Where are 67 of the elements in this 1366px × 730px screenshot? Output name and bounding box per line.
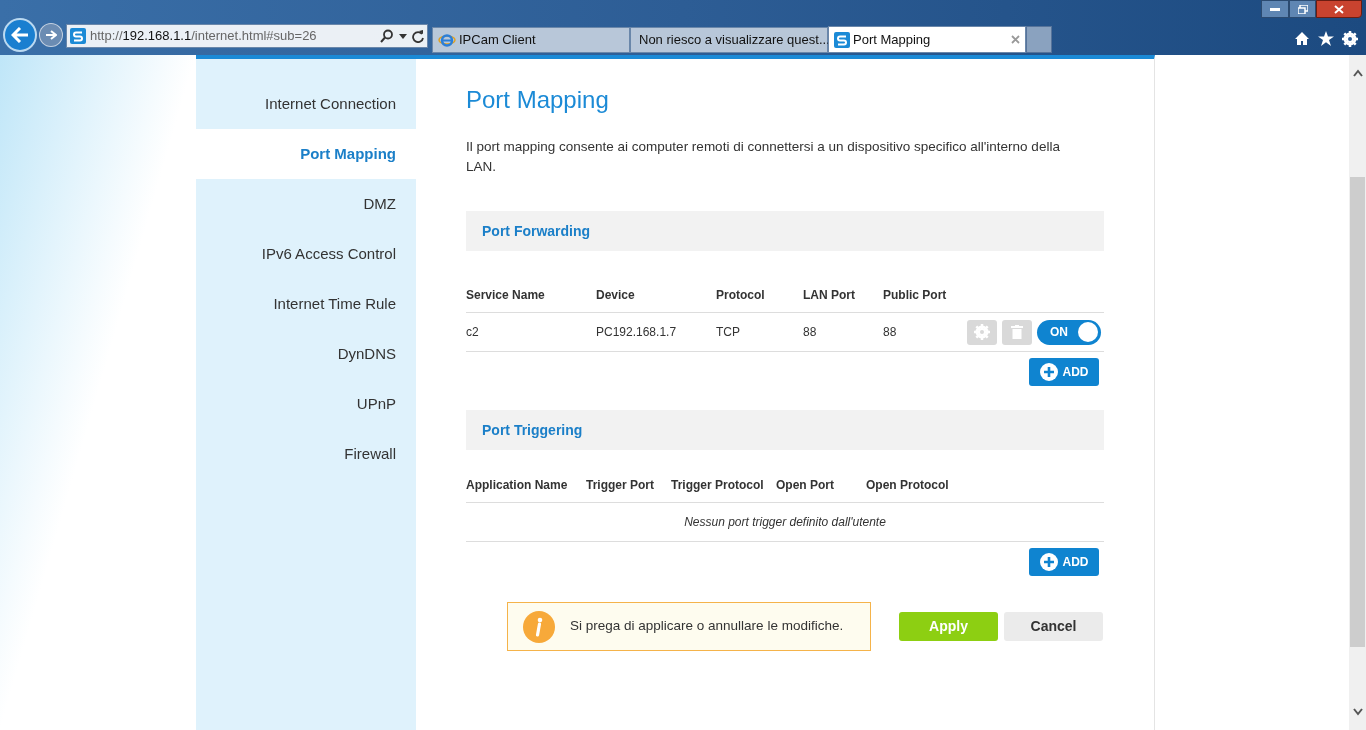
column-header: Protocol: [716, 286, 766, 304]
column-header: Trigger Protocol: [671, 476, 765, 494]
plus-icon: [1039, 363, 1058, 381]
sidebar-item[interactable]: Firewall: [196, 429, 416, 479]
settings-icon[interactable]: [1342, 31, 1358, 47]
sidebar-item[interactable]: DMZ: [196, 179, 416, 229]
restore-button[interactable]: [1289, 0, 1316, 18]
browser-tab[interactable]: Port Mapping: [828, 26, 1026, 53]
back-arrow-icon: [11, 27, 29, 43]
scrollbar[interactable]: [1349, 55, 1366, 730]
empty-message: Nessun port trigger definito dall'utente: [684, 514, 886, 531]
browser-tab[interactable]: Non riesco a visualizzare quest...: [630, 27, 828, 53]
trash-icon: [1011, 325, 1023, 339]
column-header: Device: [596, 286, 636, 304]
scrollbar-thumb[interactable]: [1350, 177, 1365, 647]
table-cell-text: 88: [803, 324, 818, 341]
cancel-button[interactable]: Cancel: [1004, 612, 1103, 641]
home-icon[interactable]: [1294, 31, 1310, 46]
column-header: Service Name: [466, 286, 546, 304]
sidebar-item[interactable]: IPv6 Access Control: [196, 229, 416, 279]
sidebar-item[interactable]: Port Mapping: [196, 129, 416, 179]
section-header: Port Forwarding: [466, 211, 1104, 251]
description-text: Il port mapping consente ai computer remoti di connettersi a un dispositivo specifico all'interno della LAN.: [466, 138, 1061, 176]
browser-icon: [438, 32, 456, 48]
sidebar-item[interactable]: Internet Time Rule: [196, 279, 416, 329]
sidebar-item[interactable]: Internet Connection: [196, 79, 416, 129]
column-header: Trigger Port: [586, 476, 655, 494]
plus-icon: [1039, 553, 1058, 571]
settings-icon: [974, 324, 990, 340]
info-icon: [523, 610, 555, 643]
forward-button[interactable]: [39, 23, 63, 47]
close-icon: [1334, 4, 1344, 14]
site-icon: [70, 28, 86, 44]
add-button[interactable]: ADD: [1029, 548, 1099, 576]
search-icon[interactable]: [380, 29, 394, 43]
column-header: LAN Port: [803, 286, 856, 304]
toggle-switch[interactable]: ON: [1037, 319, 1101, 345]
minimize-icon: [1270, 7, 1280, 11]
sidebar-item[interactable]: DynDNS: [196, 329, 416, 379]
column-header: Application Name: [466, 476, 569, 494]
scroll-up-icon[interactable]: [1352, 69, 1363, 77]
restore-icon: [1297, 4, 1308, 14]
site-icon: [834, 31, 850, 48]
notice-text: Si prega di applicare o annullare le modifiche.: [570, 617, 844, 636]
refresh-icon[interactable]: [412, 29, 424, 43]
close-button[interactable]: [1316, 0, 1362, 18]
dropdown-icon[interactable]: [399, 33, 407, 39]
table-cell-text: 88: [883, 324, 898, 341]
star-icon[interactable]: [1318, 31, 1334, 46]
minimize-button[interactable]: [1261, 0, 1289, 18]
section-header: Port Triggering: [466, 410, 1104, 450]
scroll-down-icon[interactable]: [1352, 708, 1363, 716]
address-bar[interactable]: http://192.168.1.1/internet.html#sub=26: [66, 24, 428, 48]
add-button[interactable]: ADD: [1029, 358, 1099, 386]
browser-tab[interactable]: IPCam Client: [432, 27, 630, 53]
table-cell-text: TCP: [716, 324, 741, 341]
table-cell-text: c2: [466, 324, 480, 341]
forward-arrow-icon: [45, 30, 57, 40]
column-header: Public Port: [883, 286, 948, 304]
sidebar-item[interactable]: UPnP: [196, 379, 416, 429]
close-tab-icon[interactable]: [1011, 35, 1020, 44]
table-cell-text: PC192.168.1.7: [596, 324, 678, 341]
column-header: Open Port: [776, 476, 835, 494]
column-header: Open Protocol: [866, 476, 950, 494]
back-button[interactable]: [3, 18, 37, 52]
url-text: http://192.168.1.1/internet.html#sub=26: [90, 27, 318, 46]
page-title: Port Mapping: [466, 85, 610, 115]
